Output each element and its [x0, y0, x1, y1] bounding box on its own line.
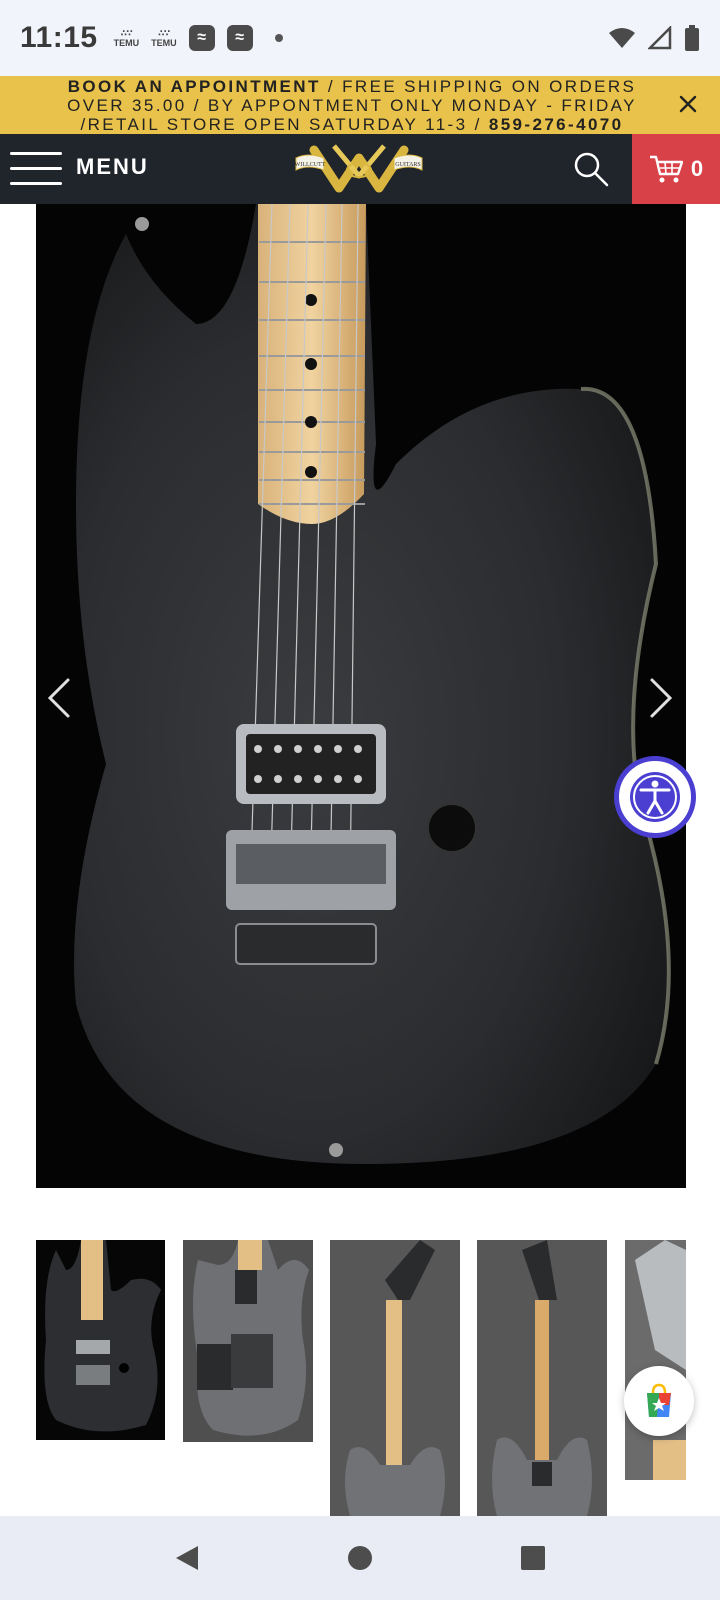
temu-app-icon: ∴∵ TEMU — [113, 28, 140, 48]
menu-icon[interactable] — [10, 150, 62, 188]
product-main-image[interactable] — [36, 204, 686, 1188]
back-icon[interactable] — [172, 1543, 202, 1573]
battery-icon — [685, 25, 699, 51]
cart-button[interactable]: 0 — [632, 134, 720, 204]
site-logo[interactable]: WILLCUTT GUITARS — [294, 140, 424, 198]
cart-icon — [649, 155, 683, 183]
shopping-assistant-button[interactable] — [624, 1366, 694, 1436]
book-appointment-link[interactable]: BOOK AN APPOINTMENT — [68, 77, 321, 96]
promo-banner: BOOK AN APPOINTMENT / FREE SHIPPING ON O… — [0, 76, 720, 134]
shopping-bag-icon — [647, 1383, 671, 1417]
product-page: 11:15 ∴∵ TEMU ∴∵ TEMU ≈ ≈ BOOK AN APPOINTM… — [0, 0, 720, 1600]
home-icon[interactable] — [345, 1543, 375, 1573]
logo-text-left: WILLCUTT — [295, 162, 326, 168]
search-icon[interactable] — [572, 150, 610, 188]
wifi-icon — [609, 28, 635, 48]
thumbnail-strip — [36, 1240, 686, 1516]
guitar-image — [36, 204, 686, 1188]
thumbnail-4[interactable] — [477, 1240, 607, 1516]
status-time: 11:15 — [20, 21, 98, 54]
phone-link[interactable]: 859-276-4070 — [489, 115, 624, 134]
recents-icon[interactable] — [518, 1543, 548, 1573]
close-icon[interactable] — [676, 92, 700, 116]
temu-app-icon: ∴∵ TEMU — [151, 28, 177, 48]
app-notification-icon: ≈ — [188, 25, 215, 51]
logo-text-right: GUITARS — [395, 162, 421, 168]
next-image-arrow-icon[interactable] — [646, 676, 676, 720]
thumbnail-2[interactable] — [183, 1240, 313, 1442]
site-header: MENU WILLCUTT GUITARS 0 — [0, 134, 720, 204]
accessibility-icon — [630, 772, 680, 822]
more-notifications-icon — [274, 34, 283, 42]
app-notification-icon: ≈ — [226, 25, 253, 51]
thumbnail-1[interactable] — [36, 1240, 165, 1440]
menu-button[interactable]: MENU — [76, 154, 149, 180]
system-nav-bar — [0, 1516, 720, 1600]
accessibility-button[interactable] — [614, 756, 696, 838]
previous-image-arrow-icon[interactable] — [44, 676, 74, 720]
thumbnail-5[interactable] — [625, 1240, 686, 1480]
cart-count: 0 — [690, 156, 704, 181]
thumbnail-3[interactable] — [330, 1240, 460, 1516]
status-bar: 11:15 ∴∵ TEMU ∴∵ TEMU ≈ ≈ — [0, 0, 720, 76]
signal-icon — [648, 26, 672, 50]
